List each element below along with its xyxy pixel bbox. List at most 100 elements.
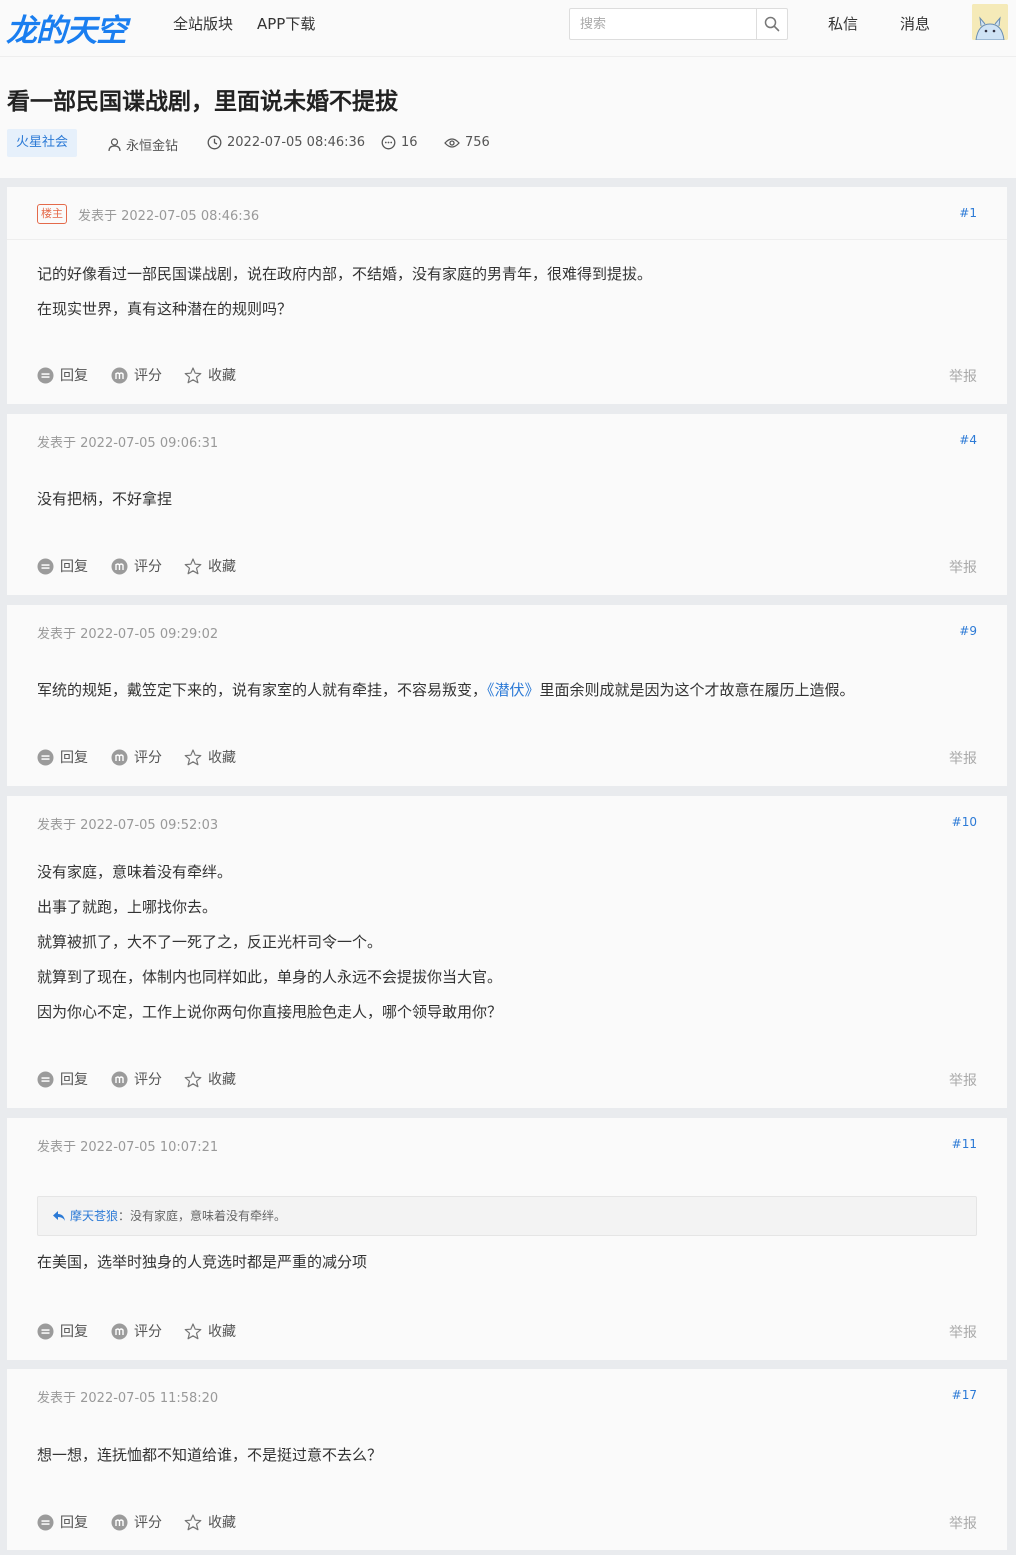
report-button[interactable]: 举报 bbox=[949, 1070, 977, 1090]
report-button[interactable]: 举报 bbox=[949, 366, 977, 386]
rate-label: 评分 bbox=[134, 559, 162, 575]
report-button[interactable]: 举报 bbox=[949, 557, 977, 577]
comment-icon bbox=[381, 135, 396, 150]
floor-number[interactable]: #10 bbox=[952, 815, 977, 829]
reply-icon bbox=[37, 749, 54, 765]
drama-link[interactable]: 《潜伏》 bbox=[487, 681, 540, 699]
star-icon bbox=[184, 1322, 202, 1339]
reply-icon bbox=[37, 558, 54, 574]
star-icon bbox=[184, 1513, 202, 1530]
reply-count: 16 bbox=[401, 135, 418, 150]
report-button[interactable]: 举报 bbox=[949, 1322, 977, 1342]
rate-label: 评分 bbox=[134, 1515, 162, 1531]
rate-button[interactable]: 评分 bbox=[111, 747, 162, 767]
rate-icon bbox=[111, 1071, 128, 1087]
reply-button[interactable]: 回复 bbox=[37, 556, 88, 576]
nav-notifications[interactable]: 消息 bbox=[900, 13, 930, 34]
star-icon bbox=[184, 366, 202, 383]
post-content: 摩天苍狼 ：没有家庭，意味着没有牵绊。 在美国，选举时独身的人竞选时都是严重的减… bbox=[37, 1196, 977, 1280]
datetime-meta: 2022-07-05 08:46:36 bbox=[207, 135, 365, 150]
author-meta[interactable]: 永恒金钻 bbox=[108, 135, 178, 154]
forum-tag[interactable]: 火星社会 bbox=[7, 129, 78, 157]
post-actions: 回复 评分 收藏 举报 bbox=[37, 747, 977, 767]
quote-text: ：没有家庭，意味着没有牵绊。 bbox=[118, 1209, 287, 1223]
reply-button[interactable]: 回复 bbox=[37, 1321, 88, 1341]
floor-number[interactable]: #11 bbox=[952, 1137, 977, 1151]
thread-datetime: 2022-07-05 08:46:36 bbox=[227, 135, 366, 150]
report-button[interactable]: 举报 bbox=[949, 1513, 977, 1533]
reply-button[interactable]: 回复 bbox=[37, 1069, 88, 1089]
post-time: 发表于 2022-07-05 09:06:31 bbox=[37, 436, 219, 451]
reply-button[interactable]: 回复 bbox=[37, 365, 88, 385]
replies-meta: 16 bbox=[381, 135, 418, 150]
floor-number[interactable]: #9 bbox=[959, 624, 977, 638]
favorite-button[interactable]: 收藏 bbox=[184, 365, 236, 385]
quote-username[interactable]: 摩天苍狼 bbox=[70, 1197, 118, 1235]
site-logo[interactable]: 龙的天空 bbox=[6, 5, 127, 50]
post-line: 出事了就跑，上哪找你去。 bbox=[37, 898, 218, 916]
post-line: 就算被抓了，大不了一死了之，反正光杆司令一个。 bbox=[37, 933, 383, 951]
rate-button[interactable]: 评分 bbox=[111, 365, 162, 385]
op-badge: 楼主 bbox=[37, 204, 67, 224]
thread-header: 看一部民国谍战剧，里面说未婚不提拔 火星社会 永恒金钻 2022-07-05 0… bbox=[0, 57, 1016, 178]
favorite-button[interactable]: 收藏 bbox=[184, 1512, 236, 1532]
post-text: 军统的规矩，戴笠定下来的，说有家室的人就有牵挂，不容易叛变， bbox=[37, 681, 488, 699]
floor-number[interactable]: #4 bbox=[959, 433, 977, 447]
search-button[interactable] bbox=[756, 9, 787, 39]
post-time: 发表于 2022-07-05 09:52:03 bbox=[37, 818, 219, 833]
author-name: 永恒金钻 bbox=[126, 139, 179, 154]
favorite-button[interactable]: 收藏 bbox=[184, 1321, 236, 1341]
post-line: 在美国，选举时独身的人竞选时都是严重的减分项 bbox=[37, 1253, 368, 1271]
favorite-button[interactable]: 收藏 bbox=[184, 747, 236, 767]
rate-button[interactable]: 评分 bbox=[111, 556, 162, 576]
reply-label: 回复 bbox=[60, 559, 88, 575]
favorite-button[interactable]: 收藏 bbox=[184, 556, 236, 576]
rate-button[interactable]: 评分 bbox=[111, 1512, 162, 1532]
post-line: 因为你心不定，工作上说你两句你直接甩脸色走人，哪个领导敢用你？ bbox=[37, 1003, 503, 1021]
post-line: 想一想，连抚恤都不知道给谁，不是挺过意不去么？ bbox=[37, 1446, 383, 1464]
reply-button[interactable]: 回复 bbox=[37, 747, 88, 767]
post-line: 在现实世界，真有这种潜在的规则吗？ bbox=[37, 300, 293, 318]
post-line: 记的好像看过一部民国谍战剧，说在政府内部，不结婚，没有家庭的男青年，很难得到提拔… bbox=[37, 265, 653, 283]
post-content: 想一想，连抚恤都不知道给谁，不是挺过意不去么？ bbox=[37, 1438, 977, 1473]
report-button[interactable]: 举报 bbox=[949, 748, 977, 768]
reply-button[interactable]: 回复 bbox=[37, 1512, 88, 1532]
floor-number[interactable]: #17 bbox=[952, 1388, 977, 1402]
rate-button[interactable]: 评分 bbox=[111, 1069, 162, 1089]
views-meta: 756 bbox=[444, 135, 490, 150]
post-time: 发表于 2022-07-05 08:46:36 bbox=[78, 209, 260, 224]
reply-label: 回复 bbox=[60, 1072, 88, 1088]
user-avatar[interactable] bbox=[972, 4, 1008, 40]
reply-label: 回复 bbox=[60, 1515, 88, 1531]
reply-icon bbox=[37, 1071, 54, 1087]
favorite-label: 收藏 bbox=[208, 368, 236, 384]
nav-private-messages[interactable]: 私信 bbox=[828, 13, 858, 34]
post-time: 发表于 2022-07-05 09:29:02 bbox=[37, 627, 219, 642]
post-line: 军统的规矩，戴笠定下来的，说有家室的人就有牵挂，不容易叛变，《潜伏》里面余则成就… bbox=[37, 673, 977, 708]
search-input[interactable] bbox=[570, 9, 756, 39]
favorite-label: 收藏 bbox=[208, 1072, 236, 1088]
reply-icon bbox=[37, 1514, 54, 1530]
favorite-button[interactable]: 收藏 bbox=[184, 1069, 236, 1089]
quote-block: 摩天苍狼 ：没有家庭，意味着没有牵绊。 bbox=[37, 1196, 977, 1236]
rate-icon bbox=[111, 749, 128, 765]
reply-arrow-icon bbox=[53, 1211, 65, 1221]
post-actions: 回复 评分 收藏 举报 bbox=[37, 365, 977, 385]
post-content: 军统的规矩，戴笠定下来的，说有家室的人就有牵挂，不容易叛变，《潜伏》里面余则成就… bbox=[37, 673, 977, 708]
post: 发表于 2022-07-05 09:29:02 #9 军统的规矩，戴笠定下来的，… bbox=[7, 605, 1007, 786]
thread-title: 看一部民国谍战剧，里面说未婚不提拔 bbox=[7, 89, 398, 115]
nav-all-boards[interactable]: 全站版块 bbox=[173, 13, 233, 34]
post-content: 记的好像看过一部民国谍战剧，说在政府内部，不结婚，没有家庭的男青年，很难得到提拔… bbox=[37, 257, 977, 327]
reply-label: 回复 bbox=[60, 1324, 88, 1340]
post-header: 发表于 2022-07-05 09:52:03 #10 bbox=[7, 796, 1007, 849]
user-icon bbox=[108, 137, 121, 151]
floor-number[interactable]: #1 bbox=[959, 206, 977, 220]
rate-button[interactable]: 评分 bbox=[111, 1321, 162, 1341]
post-actions: 回复 评分 收藏 举报 bbox=[37, 1069, 977, 1089]
post-content: 没有家庭，意味着没有牵绊。 出事了就跑，上哪找你去。 就算被抓了，大不了一死了之… bbox=[37, 855, 977, 1030]
nav-app-download[interactable]: APP下载 bbox=[257, 13, 315, 34]
post-text: 里面余则成就是因为这个才故意在履历上造假。 bbox=[539, 681, 855, 699]
post-line: 没有家庭，意味着没有牵绊。 bbox=[37, 863, 233, 881]
rate-icon bbox=[111, 1323, 128, 1339]
favorite-label: 收藏 bbox=[208, 750, 236, 766]
